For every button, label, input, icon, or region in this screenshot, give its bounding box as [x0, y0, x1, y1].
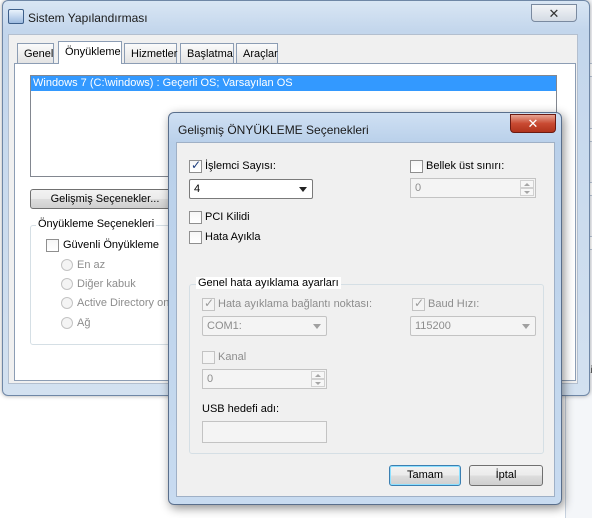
debug-port-checkbox[interactable] [202, 296, 215, 311]
safe-boot-label: Güvenli Önyükleme [63, 239, 159, 251]
debug-port-value: COM1: [207, 320, 242, 332]
channel-checkbox[interactable] [202, 351, 215, 364]
radio-minimal[interactable] [61, 259, 73, 271]
num-processors-checkbox[interactable] [189, 158, 202, 173]
debug-settings-group-label: Genel hata ayıklama ayarları [196, 277, 341, 289]
max-memory-spinbox[interactable]: 0 [410, 178, 536, 198]
num-processors-label: İşlemci Sayısı: [205, 160, 276, 172]
boot-options-group-label: Önyükleme Seçenekleri [36, 218, 157, 230]
spin-down-icon[interactable] [311, 379, 325, 387]
ok-button[interactable]: Tamam [389, 465, 461, 486]
advanced-options-button[interactable]: Gelişmiş Seçenekler... [30, 189, 180, 209]
max-memory-label: Bellek üst sınırı: [426, 160, 505, 172]
max-memory-checkbox[interactable] [410, 160, 423, 173]
channel-spinbox[interactable]: 0 [202, 369, 327, 389]
debug-port-label: Hata ayıklama bağlantı noktası: [218, 298, 373, 310]
max-memory-value: 0 [415, 182, 422, 194]
chevron-down-icon [299, 187, 307, 192]
channel-value: 0 [207, 373, 214, 385]
tab-services[interactable]: Hizmetler [124, 43, 177, 63]
num-processors-value: 4 [194, 183, 201, 195]
dialog-title: Gelişmiş ÖNYÜKLEME Seçenekleri [178, 123, 369, 137]
channel-label: Kanal [218, 351, 247, 363]
spin-up-icon[interactable] [311, 371, 325, 379]
spin-down-icon[interactable] [520, 188, 534, 196]
debug-port-select[interactable]: COM1: [202, 316, 327, 336]
safe-boot-checkbox[interactable] [46, 239, 59, 252]
spin-buttons[interactable] [311, 371, 325, 389]
pci-lock-label: PCI Kilidi [205, 211, 250, 223]
msconfig-icon [8, 9, 24, 24]
debug-label: Hata Ayıkla [205, 231, 261, 243]
baud-rate-label: Baud Hızı: [428, 298, 480, 310]
num-processors-select[interactable]: 4 [189, 179, 313, 199]
tab-startup[interactable]: Başlatma [180, 43, 234, 63]
baud-rate-value: 115200 [415, 320, 451, 332]
debug-checkbox[interactable] [189, 231, 202, 244]
tab-general[interactable]: Genel [17, 43, 54, 63]
chevron-down-icon [522, 324, 530, 329]
window-title: Sistem Yapılandırması [28, 11, 148, 25]
os-list-item[interactable]: Windows 7 (C:\windows) : Geçerli OS; Var… [31, 76, 556, 91]
close-button[interactable]: ✕ [531, 4, 577, 22]
radio-alternate-shell-label: Diğer kabuk [77, 278, 136, 290]
radio-network[interactable] [61, 317, 73, 329]
usb-target-label: USB hedefi adı: [202, 403, 280, 415]
baud-rate-checkbox[interactable] [412, 296, 425, 311]
cancel-button[interactable]: İptal [469, 465, 543, 486]
chevron-down-icon [313, 324, 321, 329]
radio-ad-repair[interactable] [61, 297, 73, 309]
dialog-close-button[interactable]: ✕ [510, 114, 556, 133]
radio-network-label: Ağ [77, 317, 91, 329]
tab-tools[interactable]: Araçlar [236, 43, 278, 63]
tab-boot[interactable]: Önyükleme [58, 41, 122, 64]
radio-alternate-shell[interactable] [61, 278, 73, 290]
spin-buttons[interactable] [520, 180, 534, 198]
baud-rate-select[interactable]: 115200 [410, 316, 536, 336]
pci-lock-checkbox[interactable] [189, 211, 202, 224]
radio-minimal-label: En az [77, 259, 106, 271]
usb-target-input[interactable] [202, 421, 327, 443]
spin-up-icon[interactable] [520, 180, 534, 188]
